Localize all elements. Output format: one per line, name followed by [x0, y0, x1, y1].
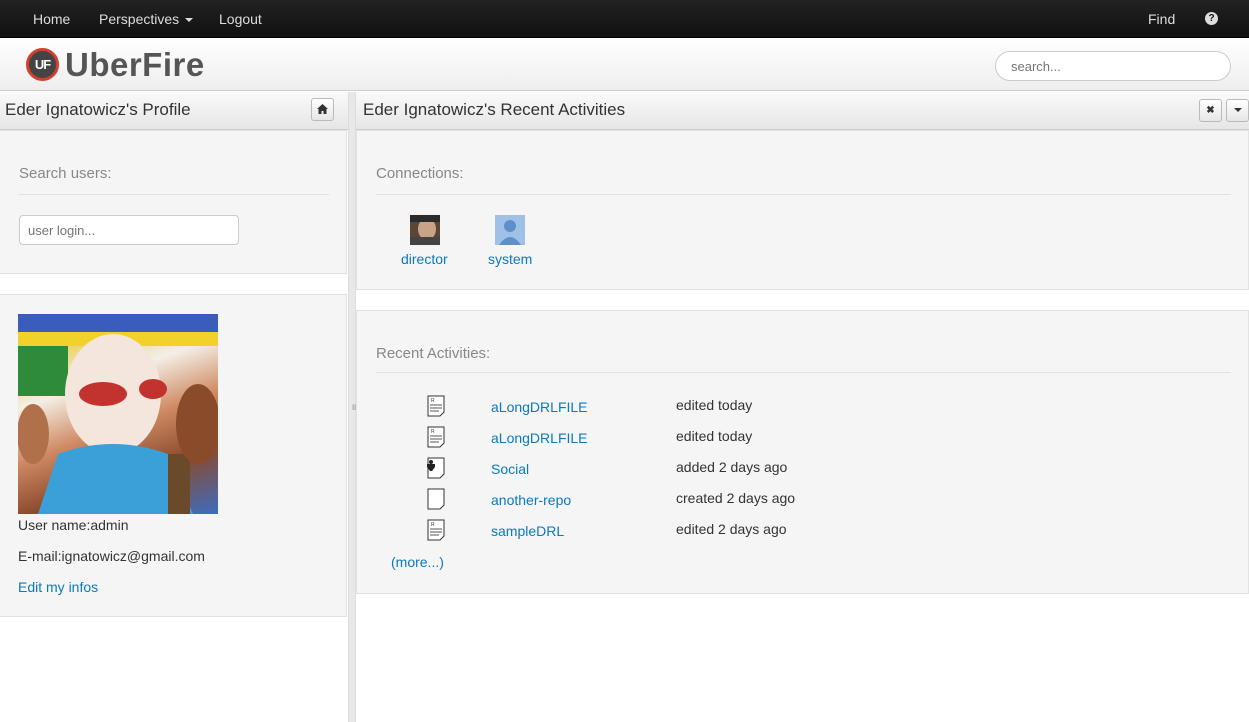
repo-icon — [427, 457, 445, 479]
drl-file-icon: R — [427, 395, 445, 417]
profile-panel-header: Eder Ignatowicz's Profile — [0, 92, 348, 130]
activity-item-link[interactable]: aLongDRLFILE — [491, 430, 588, 446]
activity-action-text: created 2 days ago — [676, 490, 796, 506]
connection-director-link[interactable]: director — [401, 251, 448, 267]
nav-perspectives-label: Perspectives — [99, 11, 180, 27]
svg-text:R: R — [431, 522, 435, 528]
activities-panel-header: Eder Ignatowicz's Recent Activities ✖ — [356, 92, 1249, 130]
user-login-input[interactable] — [19, 215, 239, 245]
global-search-input[interactable] — [995, 51, 1231, 81]
connection-system-link[interactable]: system — [488, 251, 532, 267]
divider — [19, 194, 329, 195]
nav-logout-link[interactable]: Logout — [219, 11, 262, 27]
recent-activities-label: Recent Activities: — [376, 345, 491, 362]
svg-text:R: R — [431, 429, 435, 435]
drl-file-icon: R — [427, 426, 445, 448]
logo-mark: UF — [34, 57, 51, 72]
svg-text:R: R — [431, 398, 435, 404]
search-users-label: Search users: — [19, 165, 112, 182]
search-users-well: Search users: — [0, 130, 347, 274]
activity-action-text: added 2 days ago — [676, 459, 788, 475]
activities-panel-title: Eder Ignatowicz's Recent Activities — [363, 100, 626, 119]
profile-panel: Eder Ignatowicz's Profile Search users: … — [0, 92, 348, 722]
divider — [376, 194, 1231, 195]
drl-file-icon: R — [427, 519, 445, 541]
nav-find-link[interactable]: Find — [1148, 11, 1175, 27]
activity-action-text: edited today — [676, 428, 753, 444]
director-avatar[interactable] — [410, 215, 440, 245]
caret-down-icon — [1233, 108, 1242, 113]
recent-activities-well: Recent Activities: R aLongDRLFILE edited… — [356, 310, 1249, 594]
profile-photo — [18, 314, 218, 514]
app-header: UF UberFire — [0, 38, 1249, 91]
activity-item-link[interactable]: Social — [491, 461, 529, 477]
activity-action-text: edited today — [676, 397, 753, 413]
recent-activities-panel: Eder Ignatowicz's Recent Activities ✖ Co… — [356, 92, 1249, 722]
home-icon — [317, 104, 328, 115]
user-name-text: User name:admin — [18, 517, 129, 533]
blank-file-icon — [427, 488, 445, 510]
connections-label: Connections: — [376, 165, 464, 182]
panel-splitter[interactable]: ॥ — [348, 92, 356, 722]
uberfire-logo-icon: UF — [26, 48, 59, 81]
divider — [376, 372, 1231, 373]
email-text: E-mail:ignatowicz@gmail.com — [18, 548, 205, 564]
nav-perspectives-dropdown[interactable]: Perspectives — [99, 11, 194, 27]
nav-home-link[interactable]: Home — [33, 11, 70, 27]
more-activities-link[interactable]: (more...) — [391, 554, 444, 570]
profile-panel-title: Eder Ignatowicz's Profile — [5, 100, 191, 119]
panel-menu-button[interactable] — [1226, 99, 1249, 122]
question-circle-icon[interactable]: ? — [1205, 12, 1218, 25]
activity-action-text: edited 2 days ago — [676, 521, 787, 537]
activity-item-link[interactable]: another-repo — [491, 492, 571, 508]
top-navbar: Home Perspectives Logout Find ? — [0, 0, 1249, 38]
logo-text: UberFire — [65, 46, 205, 83]
caret-down-icon — [185, 18, 194, 23]
profile-photo-image — [18, 314, 218, 514]
activity-item-link[interactable]: sampleDRL — [491, 523, 564, 539]
connections-well: Connections: director system — [356, 130, 1249, 290]
activity-item-link[interactable]: aLongDRLFILE — [491, 399, 588, 415]
default-user-avatar[interactable] — [495, 215, 525, 245]
close-icon: ✖ — [1206, 105, 1215, 116]
edit-my-infos-link[interactable]: Edit my infos — [18, 579, 98, 595]
close-button[interactable]: ✖ — [1199, 99, 1222, 122]
home-button[interactable] — [311, 98, 334, 121]
